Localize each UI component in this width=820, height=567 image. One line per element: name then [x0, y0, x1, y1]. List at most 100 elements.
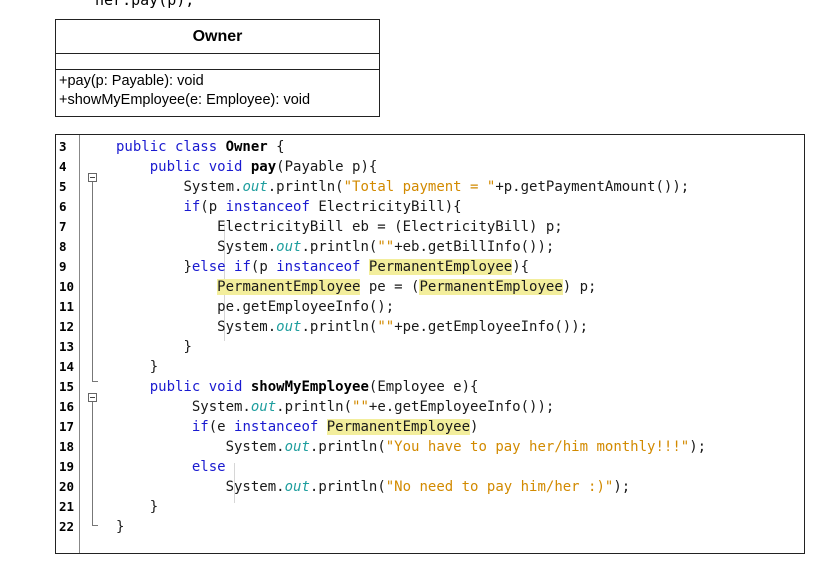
fold-toggle-icon[interactable] — [88, 393, 97, 402]
code-token: (Payable p){ — [276, 159, 378, 175]
code-token: out — [284, 439, 310, 455]
line-number: 11 — [59, 299, 75, 314]
code-token: } — [116, 519, 125, 535]
code-token: instanceof — [225, 199, 310, 215]
uml-attributes-compartment — [56, 54, 379, 70]
code-token: ElectricityBill){ — [309, 199, 462, 215]
code-token: out — [284, 479, 310, 495]
code-editor-panel: 3 4 5 6 7 8 9 10 11 12 13 14 15 16 17 18 19 20 21 22 public… — [55, 134, 805, 554]
code-token: } — [183, 259, 192, 275]
highlighted-token: PermanentEmployee — [217, 279, 361, 295]
code-token: +p.getPaymentAmount()); — [495, 179, 690, 195]
fold-guide-line — [92, 402, 93, 525]
code-token: System. — [217, 239, 277, 255]
code-token: instanceof — [276, 259, 361, 275]
line-number: 14 — [59, 359, 75, 374]
fold-guide-line — [92, 182, 93, 381]
fold-gutter — [80, 135, 110, 553]
code-line: System.out.println(""+pe.getEmployeeInfo… — [217, 317, 588, 337]
line-number-gutter: 3 4 5 6 7 8 9 10 11 12 13 14 15 16 17 18 19 20 21 22 — [56, 135, 80, 553]
code-token: if — [191, 419, 209, 435]
code-token: "" — [377, 239, 395, 255]
code-token: instanceof — [234, 419, 319, 435]
code-line: pe.getEmployeeInfo(); — [217, 297, 394, 317]
code-token: "No need to pay him/her :)" — [385, 479, 614, 495]
line-number: 3 — [59, 139, 67, 154]
code-line: } — [116, 517, 124, 537]
code-token: +e.getEmployeeInfo()); — [368, 399, 555, 415]
code-token: .println( — [309, 439, 386, 455]
code-token: +pe.getEmployeeInfo()); — [394, 319, 589, 335]
code-token: "" — [352, 399, 369, 415]
code-token: "You have to pay her/him monthly!!!" — [385, 439, 690, 455]
code-token: .println( — [301, 239, 378, 255]
fold-toggle-icon[interactable] — [88, 173, 97, 182]
line-number: 18 — [59, 439, 75, 454]
code-token: public void — [149, 159, 251, 175]
line-number: 20 — [59, 479, 75, 494]
code-token: } — [149, 499, 159, 515]
code-token: (p — [250, 259, 277, 275]
uml-operation-show-my-employee: +showMyEmployee(e: Employee): void — [59, 92, 311, 108]
code-token: } — [149, 359, 159, 375]
code-line: }else if(p instanceof PermanentEmployee)… — [183, 257, 529, 277]
code-token: .println( — [301, 319, 378, 335]
code-token: .println( — [267, 179, 344, 195]
line-number: 13 — [59, 339, 75, 354]
code-token: (Employee e){ — [368, 379, 479, 395]
line-number: 12 — [59, 319, 75, 334]
code-token: "Total payment = " — [343, 179, 496, 195]
code-line: public void showMyEmployee(Employee e){ — [150, 377, 479, 397]
code-token: public class — [116, 139, 226, 155]
code-token: (p — [200, 199, 226, 215]
code-token: ElectricityBill eb = (ElectricityBill) p… — [217, 219, 563, 235]
code-token: System. — [225, 479, 285, 495]
fold-end-marker — [92, 525, 98, 526]
line-number: 7 — [59, 219, 67, 234]
line-number: 16 — [59, 399, 75, 414]
line-number: 8 — [59, 239, 67, 254]
code-line: } — [150, 497, 158, 517]
line-number: 4 — [59, 159, 67, 174]
line-number: 15 — [59, 379, 75, 394]
code-token: pay — [250, 159, 277, 175]
code-line: public class Owner { — [116, 137, 285, 157]
code-token: System. — [191, 399, 251, 415]
code-token: out — [276, 239, 302, 255]
code-line: System.out.println("You have to pay her/… — [226, 437, 706, 457]
code-token: showMyEmployee — [250, 379, 369, 395]
code-token: { — [267, 139, 285, 155]
code-token: ); — [689, 439, 707, 455]
code-token: out — [242, 179, 268, 195]
uml-operations-compartment: +pay(p: Payable): void +showMyEmployee(e… — [56, 70, 379, 110]
code-line: PermanentEmployee pe = (PermanentEmploye… — [217, 277, 596, 297]
code-token: ) — [470, 419, 479, 435]
code-token: .println( — [276, 399, 353, 415]
code-token: else if — [191, 259, 251, 275]
uml-class-name: Owner — [56, 20, 379, 54]
code-token: ) p; — [562, 279, 597, 295]
code-token: ); — [613, 479, 631, 495]
highlighted-token: PermanentEmployee — [368, 259, 513, 275]
code-token: else — [191, 459, 226, 475]
clipped-code-fragment: ner.pay(p); — [95, 0, 195, 9]
code-token: out — [276, 319, 302, 335]
code-token: System. — [225, 439, 285, 455]
code-token: ){ — [512, 259, 530, 275]
line-number: 5 — [59, 179, 67, 194]
line-number: 6 — [59, 199, 67, 214]
line-number: 21 — [59, 499, 75, 514]
code-token: out — [250, 399, 277, 415]
uml-operation-pay: +pay(p: Payable): void — [59, 73, 204, 89]
highlighted-token: PermanentEmployee — [326, 419, 471, 435]
code-line: else — [192, 457, 226, 477]
code-line: if(p instanceof ElectricityBill){ — [183, 197, 461, 217]
line-number: 9 — [59, 259, 67, 274]
line-number: 22 — [59, 519, 75, 534]
code-token: System. — [183, 179, 243, 195]
code-token: public void — [149, 379, 251, 395]
code-token: .println( — [309, 479, 386, 495]
code-token: if — [183, 199, 201, 215]
